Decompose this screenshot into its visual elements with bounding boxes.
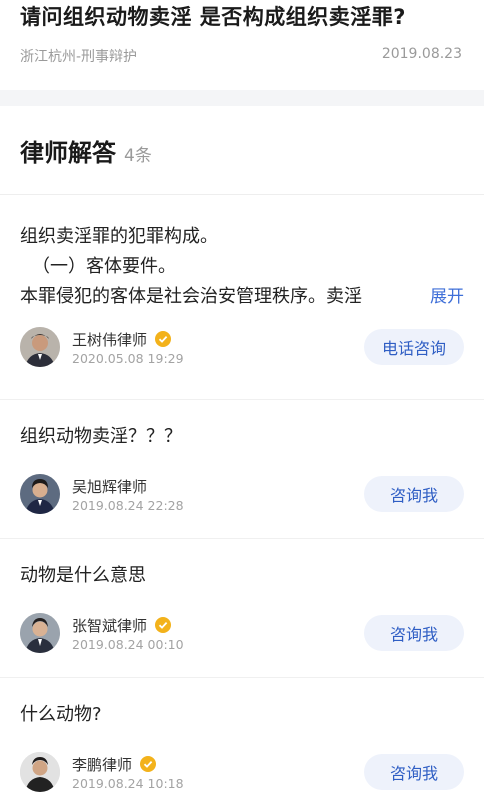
verified-badge-icon bbox=[155, 617, 172, 633]
answer-date: 2019.08.24 00:10 bbox=[72, 637, 184, 652]
lawyer-avatar[interactable] bbox=[20, 752, 60, 792]
answer-text: 组织卖淫罪的犯罪构成。 （一）客体要件。 本罪侵犯的客体是社会治安管理秩序。卖淫 bbox=[20, 195, 464, 312]
lawyer-info: 吴旭辉律师 2019.08.24 22:28 bbox=[72, 475, 184, 514]
lawyer-name-line: 张智斌律师 bbox=[72, 614, 184, 636]
answers-section-title: 律师解答 bbox=[20, 138, 116, 167]
answer-line: 动物是什么意思 bbox=[20, 565, 146, 586]
answer-line-truncated: 本罪侵犯的客体是社会治安管理秩序。卖淫 bbox=[20, 282, 420, 312]
question-title: 请问组织动物卖淫 是否构成组织卖淫罪? bbox=[20, 5, 406, 29]
verified-badge-icon bbox=[140, 756, 157, 772]
question-header: 请问组织动物卖淫 是否构成组织卖淫罪? 浙江杭州-刑事辩护 2019.08.23 bbox=[0, 0, 484, 90]
question-date: 2019.08.23 bbox=[381, 46, 462, 62]
consult-me-button[interactable]: 咨询我 bbox=[364, 615, 464, 651]
expand-link[interactable]: 展开 bbox=[430, 282, 464, 312]
lawyer-avatar[interactable] bbox=[20, 327, 60, 367]
answer-text: 组织动物卖淫？？？ bbox=[20, 400, 464, 452]
consult-me-button[interactable]: 咨询我 bbox=[364, 476, 464, 512]
answer-line: 组织动物卖淫？？？ bbox=[20, 426, 182, 447]
lawyer-row: 吴旭辉律师 2019.08.24 22:28 咨询我 bbox=[20, 472, 464, 516]
lawyer-name[interactable]: 李鹏律师 bbox=[72, 754, 132, 775]
answer-line: 什么动物? bbox=[20, 704, 102, 725]
lawyer-name-line: 王树伟律师 bbox=[72, 328, 184, 350]
answer-text: 什么动物? bbox=[20, 678, 464, 730]
answer-date: 2019.08.24 10:18 bbox=[72, 776, 184, 791]
verified-badge-icon bbox=[155, 331, 172, 347]
lawyer-name-line: 吴旭辉律师 bbox=[72, 475, 184, 497]
lawyer-avatar[interactable] bbox=[20, 474, 60, 514]
answer-text: 动物是什么意思 bbox=[20, 539, 464, 591]
lawyer-info: 张智斌律师 2019.08.24 00:10 bbox=[72, 614, 184, 653]
answer-item: 动物是什么意思 张智斌律师 2019.08.24 00:10 咨询我 bbox=[0, 539, 484, 678]
answer-line: 组织卖淫罪的犯罪构成。 bbox=[20, 226, 218, 247]
answer-item: 什么动物? 李鹏律师 2019.08.24 10:18 咨询我 bbox=[0, 678, 484, 808]
answer-date: 2019.08.24 22:28 bbox=[72, 498, 184, 513]
lawyer-info: 王树伟律师 2020.05.08 19:29 bbox=[72, 328, 184, 367]
phone-consult-button[interactable]: 电话咨询 bbox=[364, 329, 464, 365]
consult-me-button[interactable]: 咨询我 bbox=[364, 754, 464, 790]
question-meta: 浙江杭州-刑事辩护 2019.08.23 bbox=[20, 46, 462, 66]
lawyer-row: 张智斌律师 2019.08.24 00:10 咨询我 bbox=[20, 611, 464, 655]
lawyer-row: 王树伟律师 2020.05.08 19:29 电话咨询 bbox=[20, 325, 464, 369]
lawyer-name[interactable]: 王树伟律师 bbox=[72, 329, 147, 350]
answers-count: 4条 bbox=[124, 145, 152, 166]
lawyer-info: 李鹏律师 2019.08.24 10:18 bbox=[72, 753, 184, 792]
answers-section-header: 律师解答 4条 bbox=[0, 106, 484, 195]
text-fade bbox=[380, 282, 420, 312]
answer-date: 2020.05.08 19:29 bbox=[72, 351, 184, 366]
answer-item: 组织动物卖淫？？？ 吴旭辉律师 2019.08.24 22:28 咨询我 bbox=[0, 400, 484, 539]
lawyer-avatar[interactable] bbox=[20, 613, 60, 653]
question-category[interactable]: 浙江杭州-刑事辩护 bbox=[20, 46, 137, 66]
lawyer-name-line: 李鹏律师 bbox=[72, 753, 184, 775]
lawyer-name[interactable]: 吴旭辉律师 bbox=[72, 476, 147, 497]
lawyer-row: 李鹏律师 2019.08.24 10:18 咨询我 bbox=[20, 750, 464, 794]
answer-line: （一）客体要件。 bbox=[32, 256, 176, 277]
lawyer-name[interactable]: 张智斌律师 bbox=[72, 615, 147, 636]
section-divider bbox=[0, 90, 484, 106]
answer-line: 本罪侵犯的客体是社会治安管理秩序。卖淫 bbox=[20, 286, 362, 307]
answer-item: 组织卖淫罪的犯罪构成。 （一）客体要件。 本罪侵犯的客体是社会治安管理秩序。卖淫… bbox=[0, 195, 484, 400]
